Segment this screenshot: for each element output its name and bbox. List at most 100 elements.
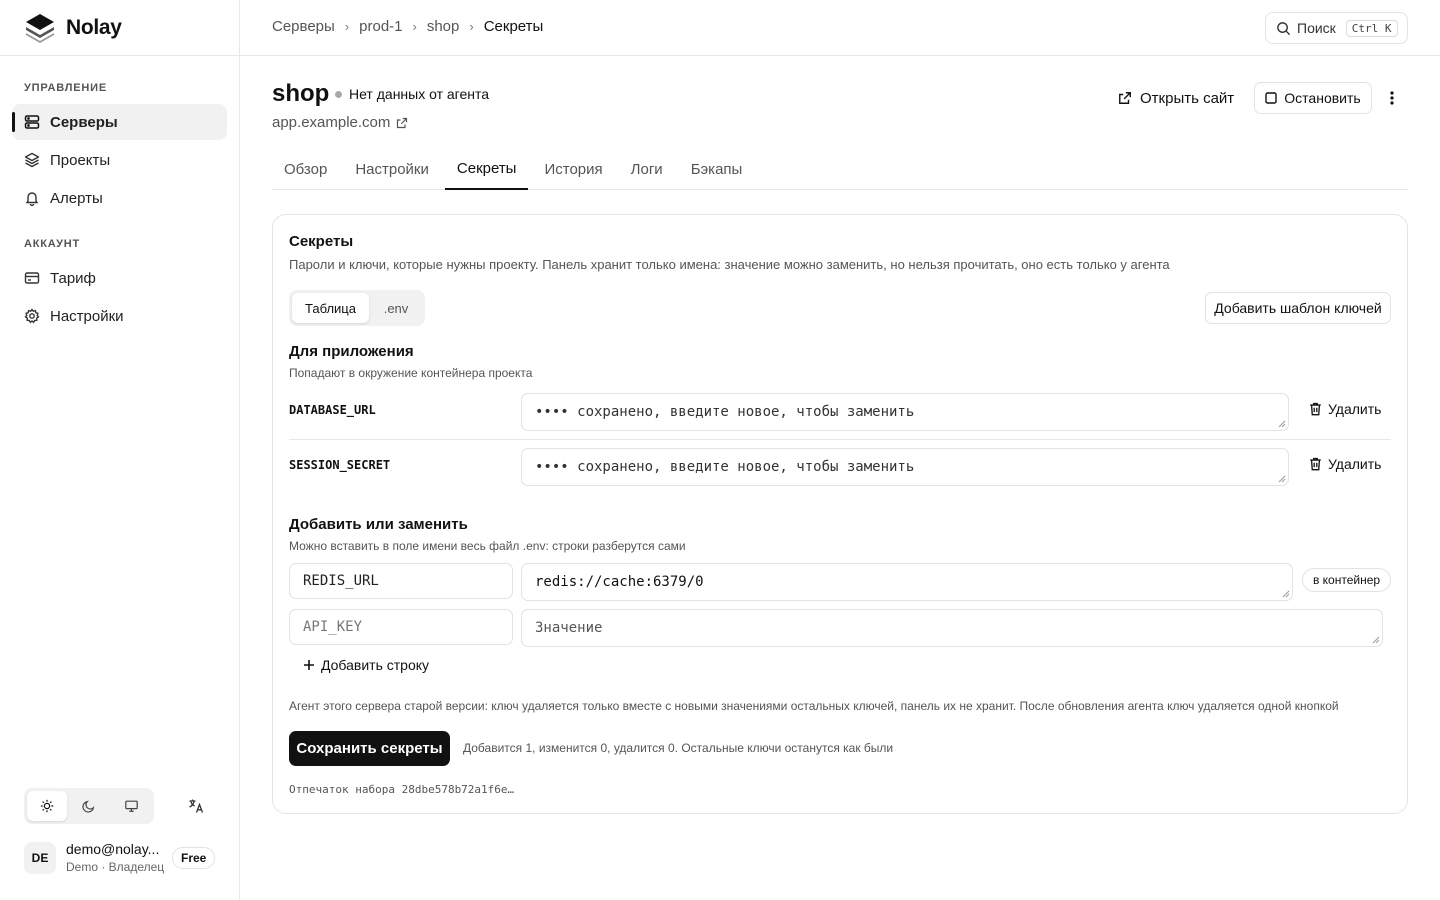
status-badge: Нет данных от агента [335, 86, 489, 102]
search-icon [1277, 21, 1291, 35]
view-env-button[interactable]: .env [371, 293, 421, 323]
secret-value-input[interactable]: •••• сохранено, введите новое, чтобы зам… [521, 393, 1289, 431]
theme-light-button[interactable] [27, 791, 67, 821]
external-link-icon [1119, 92, 1131, 104]
breadcrumb-project[interactable]: shop [427, 18, 460, 35]
domain-link[interactable]: app.example.com [272, 114, 408, 131]
avatar: DE [24, 842, 56, 874]
theme-system-button[interactable] [111, 791, 151, 821]
secret-key-label: SESSION_SECRET [289, 458, 391, 472]
secret-name-input[interactable]: API_KEY [289, 609, 513, 645]
status-text: Нет данных от агента [349, 86, 490, 102]
moon-icon [82, 800, 95, 813]
secret-value-text: redis://cache:6379/0 [535, 574, 704, 590]
secret-value-input[interactable]: •••• сохранено, введите новое, чтобы зам… [521, 448, 1289, 486]
row-divider [289, 439, 1391, 440]
add-template-button[interactable]: Добавить шаблон ключей [1205, 292, 1391, 324]
sun-icon [40, 799, 54, 813]
breadcrumb-current: Секреты [483, 18, 544, 35]
sidebar-item-plan[interactable]: Тариф [12, 260, 227, 296]
sidebar-item-projects[interactable]: Проекты [12, 142, 227, 178]
sidebar-divider [0, 55, 240, 56]
sidebar-item-alerts[interactable]: Алерты [12, 180, 227, 216]
monitor-icon [124, 800, 138, 812]
theme-dark-button[interactable] [69, 791, 109, 821]
sidebar-item-label: Серверы [50, 113, 118, 131]
secrets-title: Секреты [289, 233, 354, 250]
search-label: Поиск [1297, 20, 1336, 36]
language-button[interactable] [184, 794, 208, 818]
trash-icon [1310, 402, 1321, 416]
resize-handle-icon [1372, 636, 1380, 644]
tab-secrets[interactable]: Секреты [444, 148, 529, 190]
sidebar-item-label: Настройки [50, 307, 124, 325]
secret-value-input[interactable]: redis://cache:6379/0 [521, 563, 1293, 601]
delete-label: Удалить [1328, 401, 1382, 417]
add-row-label: Добавить строку [321, 657, 430, 673]
set-fingerprint: Отпечаток набора 28dbe578b72a1f6e… [289, 783, 515, 796]
app-name: Nolay [66, 16, 122, 39]
tab-history[interactable]: История [532, 148, 614, 190]
user-email: demo@nolay... [66, 841, 160, 857]
sidebar-item-label: Проекты [50, 151, 111, 169]
status-dot [335, 90, 342, 98]
breadcrumb-server[interactable]: prod-1 [359, 18, 402, 35]
save-secrets-button[interactable]: Сохранить секреты [289, 731, 450, 766]
target-container-badge[interactable]: в контейнер [1302, 568, 1391, 592]
topbar: Серверы › prod-1 › shop › Секреты Поиск … [240, 0, 1440, 56]
sidebar-item-servers[interactable]: Серверы [12, 104, 227, 140]
stop-button[interactable]: Остановить [1254, 82, 1372, 114]
save-summary: Добавится 1, изменится 0, удалится 0. Ос… [463, 741, 894, 755]
user-menu[interactable]: DE demo@nolay... Demo · Владелец Free [24, 840, 219, 876]
bell-icon [25, 192, 39, 206]
tab-logs[interactable]: Логи [619, 148, 675, 190]
secret-value-placeholder: Значение [535, 620, 603, 636]
sidebar-item-settings[interactable]: Настройки [12, 298, 227, 334]
resize-handle-icon [1282, 590, 1290, 598]
gear-icon [24, 308, 40, 324]
translate-icon [189, 799, 204, 813]
open-site-button[interactable]: Открыть сайт [1118, 88, 1234, 108]
sidebar-item-label: Алерты [50, 189, 103, 207]
search-shortcut: Ctrl K [1345, 19, 1398, 37]
page-title: shop [272, 80, 330, 107]
server-icon [24, 115, 40, 129]
delete-label: Удалить [1328, 456, 1382, 472]
secrets-card: Секреты Пароли и ключи, которые нужны пр… [272, 214, 1408, 814]
add-row-button[interactable]: Добавить строку [303, 657, 429, 673]
tab-backups[interactable]: Бэкапы [679, 148, 755, 190]
sidebar-section-management: УПРАВЛЕНИЕ [24, 82, 107, 94]
tab-settings[interactable]: Настройки [343, 148, 441, 190]
secret-value-placeholder: •••• сохранено, введите новое, чтобы зам… [535, 404, 915, 420]
tabs: Обзор Настройки Секреты История Логи Бэк… [272, 148, 1408, 190]
app-logo[interactable]: Nolay [24, 12, 122, 44]
secrets-description: Пароли и ключи, которые нужны проекту. П… [289, 257, 1170, 272]
search-button[interactable]: Поиск Ctrl K [1265, 12, 1408, 44]
more-menu-button[interactable] [1384, 86, 1400, 110]
secret-value-input[interactable]: Значение [521, 609, 1383, 647]
secret-name-input[interactable]: REDIS_URL [289, 563, 513, 599]
add-section-title: Добавить или заменить [289, 516, 468, 533]
sidebar-item-label: Тариф [50, 269, 96, 287]
breadcrumb-servers[interactable]: Серверы [272, 18, 335, 35]
chevron-right-icon: › [344, 19, 350, 34]
stop-icon [1265, 92, 1277, 104]
secret-value-placeholder: •••• сохранено, введите новое, чтобы зам… [535, 459, 915, 475]
user-role: Demo · Владелец [66, 860, 165, 874]
sidebar: Nolay УПРАВЛЕНИЕ Серверы Проекты Алерты … [0, 0, 240, 900]
sidebar-section-account: АККАУНТ [24, 238, 81, 250]
view-toggle: Таблица .env [289, 290, 425, 326]
open-site-label: Открыть сайт [1140, 89, 1235, 107]
layers-icon [24, 152, 40, 168]
external-link-icon [397, 117, 408, 128]
app-section-title: Для приложения [289, 343, 414, 360]
resize-handle-icon [1278, 475, 1286, 483]
tab-overview[interactable]: Обзор [272, 148, 339, 190]
logo-icon [26, 14, 54, 43]
plan-badge: Free [172, 847, 216, 869]
view-table-button[interactable]: Таблица [292, 293, 369, 323]
agent-warning: Агент этого сервера старой версии: ключ … [289, 699, 1339, 713]
delete-button[interactable]: Удалить [1309, 401, 1381, 417]
delete-button[interactable]: Удалить [1309, 456, 1381, 472]
breadcrumb: Серверы › prod-1 › shop › Секреты [272, 18, 543, 35]
